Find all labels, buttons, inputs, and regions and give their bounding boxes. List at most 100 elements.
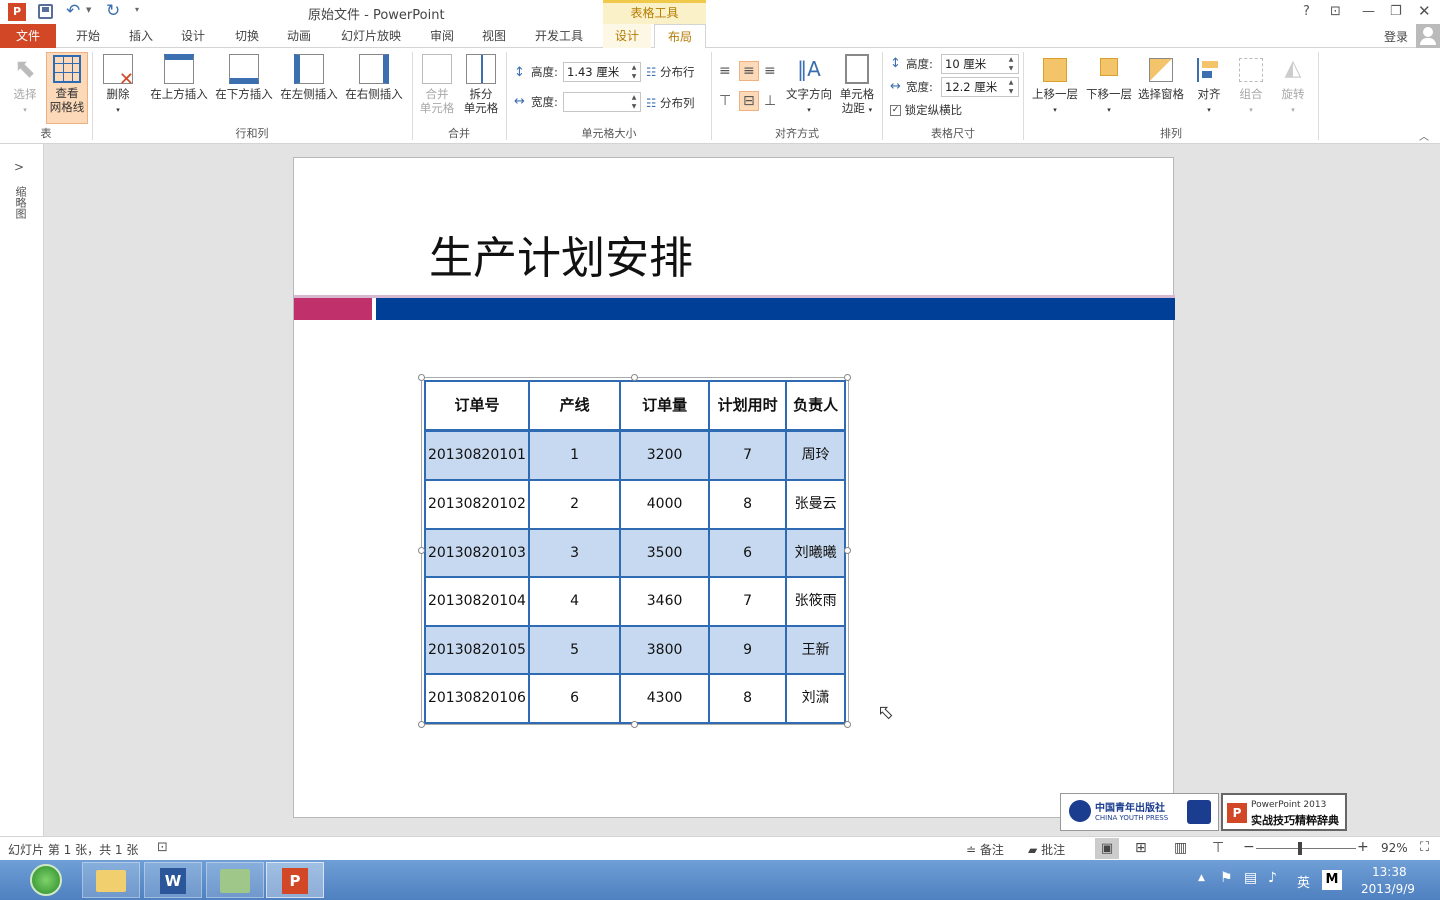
table-cell[interactable]: 20130820104 — [424, 576, 530, 627]
minimize-icon[interactable]: — — [1362, 4, 1375, 19]
table-cell[interactable]: 3460 — [619, 576, 710, 627]
view-gridlines-button[interactable]: 查看 网格线 — [46, 52, 88, 124]
table-cell[interactable]: 3800 — [619, 624, 710, 676]
tab-design[interactable]: 设计 — [170, 24, 216, 48]
distribute-columns-button[interactable]: ☷ 分布列 — [646, 94, 694, 112]
tab-transitions[interactable]: 切换 — [224, 24, 270, 48]
lock-aspect-checkbox[interactable]: ✓ 锁定纵横比 — [890, 101, 962, 119]
thumbnails-label[interactable]: 缩略图 — [12, 186, 28, 219]
table-cell[interactable]: 20130820105 — [424, 624, 530, 676]
table-cell[interactable]: 周玲 — [785, 429, 846, 482]
tab-view[interactable]: 视图 — [472, 24, 516, 48]
slide-title[interactable]: 生产计划安排 — [429, 222, 693, 286]
table-cell[interactable]: 8 — [707, 673, 788, 724]
tab-table-layout[interactable]: 布局 — [654, 24, 706, 49]
clock-time[interactable]: 13:38 — [1372, 865, 1407, 879]
table-cell[interactable]: 6 — [527, 673, 622, 724]
help-icon[interactable]: ? — [1303, 4, 1310, 19]
notes-button[interactable]: ≐ 备注 — [966, 841, 1004, 858]
tab-file[interactable]: 文件 — [0, 24, 56, 48]
table-cell[interactable]: 1 — [527, 429, 622, 482]
group-button[interactable]: 组合 ▾ — [1232, 54, 1270, 117]
user-avatar[interactable] — [1416, 24, 1440, 48]
image-viewer-taskbar-icon[interactable] — [206, 862, 264, 898]
merge-cells-button[interactable]: 合并 单元格 — [416, 54, 458, 115]
align-middle-icon[interactable]: ⊟ — [739, 91, 759, 111]
rotate-button[interactable]: ◭ 旋转 ▾ — [1274, 54, 1312, 117]
table-cell[interactable]: 5 — [527, 624, 622, 676]
table-cell[interactable]: 4000 — [619, 479, 710, 530]
normal-view-button[interactable]: ▣ — [1095, 838, 1119, 859]
customize-qat-icon[interactable]: ▾ — [135, 5, 139, 14]
word-taskbar-icon[interactable]: W — [144, 862, 202, 898]
resize-handle[interactable] — [631, 721, 638, 728]
fit-to-window-icon[interactable]: ⛶ — [1420, 840, 1429, 855]
selection-pane-button[interactable]: 选择窗格 — [1136, 54, 1186, 101]
table-cell[interactable]: 刘曦曦 — [785, 527, 846, 579]
text-direction-button[interactable]: ‖A 文字方向 ▾ — [784, 54, 834, 117]
table-cell[interactable]: 4 — [527, 576, 622, 627]
zoom-slider[interactable] — [1256, 842, 1356, 855]
table-cell[interactable]: 20130820101 — [424, 429, 530, 482]
send-backward-button[interactable]: 下移一层 ▾ — [1083, 54, 1135, 117]
start-button-icon[interactable] — [30, 864, 62, 896]
powerpoint-app-icon[interactable]: P — [8, 3, 26, 21]
tab-table-design[interactable]: 设计 — [603, 24, 651, 48]
table-width-spinner[interactable]: ▲ ▼ — [1006, 78, 1016, 96]
tab-developer[interactable]: 开发工具 — [526, 24, 592, 48]
slide-canvas[interactable]: 生产计划安排 订单号 产线 订单量 计划用时 负责人 20130820101 1 3… — [293, 157, 1175, 818]
table-cell[interactable]: 20130820103 — [424, 527, 530, 579]
table-cell[interactable]: 刘潇 — [785, 673, 846, 724]
cell-width-spinner[interactable]: ▲ ▼ — [629, 93, 639, 111]
header-cell[interactable]: 计划用时 — [707, 380, 788, 433]
restore-icon[interactable]: ❐ — [1390, 4, 1402, 19]
save-icon[interactable] — [38, 4, 53, 19]
file-explorer-taskbar-icon[interactable] — [82, 862, 140, 898]
delete-button[interactable]: ✕ 删除 ▾ — [98, 54, 138, 117]
clock-date[interactable]: 2013/9/9 — [1361, 882, 1415, 896]
insert-left-button[interactable]: 在左侧插入 — [278, 54, 340, 101]
align-top-icon[interactable]: ⊤ — [719, 92, 731, 110]
select-button[interactable]: ⬉ 选择 ▾ — [6, 54, 44, 117]
table-height-spinner[interactable]: ▲ ▼ — [1006, 55, 1016, 73]
table-frame[interactable]: 订单号 产线 订单量 计划用时 负责人 20130820101 1 3200 7 周玲 … — [421, 377, 849, 725]
tab-home[interactable]: 开始 — [64, 24, 112, 48]
cell-height-spinner[interactable]: ▲ ▼ — [629, 63, 639, 81]
table-cell[interactable]: 张筱雨 — [785, 576, 846, 627]
table-cell[interactable]: 6 — [707, 527, 788, 579]
tab-review[interactable]: 审阅 — [420, 24, 464, 48]
resize-handle[interactable] — [631, 374, 638, 381]
zoom-level[interactable]: 92% — [1381, 841, 1408, 855]
distribute-rows-button[interactable]: ☷ 分布行 — [646, 63, 694, 81]
table-cell[interactable]: 3 — [527, 527, 622, 579]
resize-handle[interactable] — [418, 547, 425, 554]
insert-right-button[interactable]: 在右侧插入 — [343, 54, 405, 101]
sign-in-link[interactable]: 登录 — [1384, 28, 1408, 45]
proofing-icon[interactable]: ⊡ — [157, 840, 168, 855]
table-cell[interactable]: 7 — [707, 576, 788, 627]
slide-info[interactable]: 幻灯片 第 1 张，共 1 张 — [8, 841, 138, 858]
zoom-out-button[interactable]: − — [1243, 839, 1255, 855]
table-cell[interactable]: 张曼云 — [785, 479, 846, 530]
table-cell[interactable]: 7 — [707, 429, 788, 482]
table-cell[interactable]: 4300 — [619, 673, 710, 724]
tray-expand-icon[interactable]: ▲ — [1198, 873, 1205, 883]
ime-mode-icon[interactable]: M — [1322, 870, 1342, 890]
ime-language[interactable]: 英 — [1297, 872, 1310, 891]
redo-icon[interactable]: ↻ — [106, 1, 120, 21]
slideshow-button[interactable]: ⊤ — [1212, 840, 1224, 856]
table-cell[interactable]: 8 — [707, 479, 788, 530]
network-icon[interactable]: ▤ — [1244, 870, 1257, 886]
header-cell[interactable]: 负责人 — [785, 380, 846, 433]
zoom-in-button[interactable]: + — [1357, 839, 1369, 855]
tab-animations[interactable]: 动画 — [276, 24, 322, 48]
cell-margins-button[interactable]: 单元格 边距 ▾ — [836, 54, 878, 117]
table-cell[interactable]: 2 — [527, 479, 622, 530]
resize-handle[interactable] — [844, 721, 851, 728]
action-center-flag-icon[interactable]: ⚑ — [1220, 870, 1233, 886]
align-left-icon[interactable]: ≡ — [719, 62, 731, 80]
slide-sorter-button[interactable]: ⊞ — [1135, 840, 1147, 856]
table-cell[interactable]: 3500 — [619, 527, 710, 579]
align-bottom-icon[interactable]: ⊥ — [764, 92, 776, 110]
align-button[interactable]: 对齐 ▾ — [1190, 54, 1228, 117]
